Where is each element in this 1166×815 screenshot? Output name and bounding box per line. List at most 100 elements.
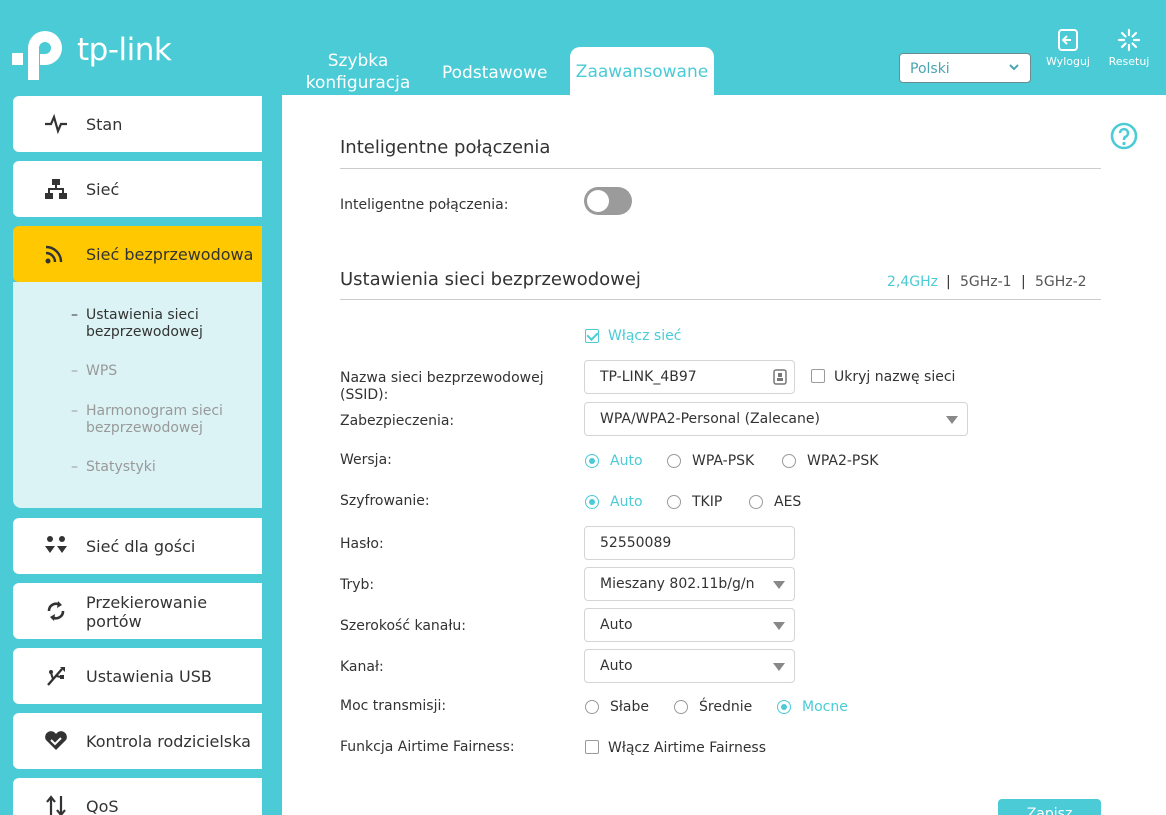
guests-icon	[45, 536, 67, 553]
logout-icon	[1058, 29, 1078, 51]
tab-quick-setup[interactable]: Szybka konfiguracja	[298, 50, 418, 94]
channel-width-value: Auto	[600, 617, 633, 633]
power-medium-radio[interactable]	[674, 700, 688, 714]
submenu-item-wps[interactable]: – WPS	[71, 363, 117, 380]
ssid-value: TP-LINK_4B97	[600, 369, 697, 385]
power-low-label: Słabe	[610, 699, 649, 715]
sidebar-item-guest-network[interactable]: Sieć dla gości	[13, 518, 262, 574]
sidebar-item-label: Przekierowanie portów	[86, 593, 208, 631]
sidebar-item-label: Sieć dla gości	[86, 537, 196, 556]
encryption-tkip-label: TKIP	[692, 494, 723, 510]
heart-icon	[45, 731, 67, 750]
logout-label: Wyloguj	[1046, 55, 1090, 68]
mode-label: Tryb:	[340, 577, 375, 593]
airtime-fairness-option-label: Włącz Airtime Fairness	[608, 740, 767, 756]
password-label: Hasło:	[340, 536, 384, 552]
qos-arrows-icon	[46, 795, 66, 815]
sidebar-item-status[interactable]: Stan	[13, 96, 262, 152]
wireless-icon	[45, 245, 63, 264]
reset-label: Resetuj	[1108, 55, 1150, 68]
keyboard-icon	[773, 369, 787, 385]
sidebar-item-wireless[interactable]: Sieć bezprzewodowa	[13, 226, 262, 282]
encryption-tkip-radio[interactable]	[667, 495, 681, 509]
reset-icon	[1117, 28, 1141, 52]
enable-network-label: Włącz sieć	[608, 328, 682, 344]
sidebar-item-label: Sieć	[86, 180, 120, 199]
power-medium-label: Średnie	[699, 699, 753, 715]
encryption-label: Szyfrowanie:	[340, 493, 430, 509]
band-5ghz-1[interactable]: 5GHz-1	[960, 274, 1012, 290]
save-button[interactable]: Zapisz	[998, 799, 1101, 815]
port-forward-icon	[47, 601, 65, 621]
mode-select[interactable]: Mieszany 802.11b/g/n	[584, 567, 795, 601]
tab-advanced[interactable]: Zaawansowane	[570, 47, 714, 97]
mode-value: Mieszany 802.11b/g/n	[600, 576, 755, 592]
encryption-auto-radio[interactable]	[585, 495, 599, 509]
version-wpa2-psk-radio[interactable]	[782, 454, 796, 468]
dropdown-arrow-icon	[946, 416, 958, 424]
power-low-radio[interactable]	[585, 700, 599, 714]
encryption-aes-radio[interactable]	[749, 495, 763, 509]
toggle-knob	[587, 190, 609, 212]
channel-width-label: Szerokość kanału:	[340, 618, 466, 634]
divider	[340, 168, 1101, 169]
dropdown-arrow-icon	[773, 622, 785, 630]
security-label: Zabezpieczenia:	[340, 413, 455, 429]
channel-label: Kanał:	[340, 659, 384, 675]
sidebar-item-label: Kontrola rodzicielska	[86, 732, 251, 751]
submenu-item-label: Harmonogram sieci bezprzewodowej	[86, 403, 223, 436]
airtime-fairness-checkbox[interactable]	[585, 740, 599, 754]
ssid-input[interactable]: TP-LINK_4B97	[584, 360, 795, 394]
security-select[interactable]: WPA/WPA2-Personal (Zalecane)	[584, 402, 968, 436]
sidebar-item-label: Ustawienia USB	[86, 667, 212, 686]
band-separator: |	[1021, 274, 1026, 290]
smart-connect-label: Inteligentne połączenia:	[340, 197, 509, 213]
tab-basic[interactable]: Podstawowe	[442, 62, 547, 84]
pulse-icon	[45, 113, 67, 135]
reset-button[interactable]: Resetuj	[1104, 28, 1154, 68]
password-input[interactable]: 52550089	[584, 526, 795, 560]
version-auto-radio[interactable]	[585, 454, 599, 468]
security-value: WPA/WPA2-Personal (Zalecane)	[600, 411, 820, 427]
logout-button[interactable]: Wyloguj	[1043, 28, 1093, 68]
version-auto-label: Auto	[610, 453, 643, 469]
submenu-item-label: WPS	[86, 363, 118, 379]
submenu-item-statistics[interactable]: – Statystyki	[71, 459, 156, 476]
submenu-item-label: Statystyki	[86, 459, 156, 475]
sidebar-item-parental-control[interactable]: Kontrola rodzicielska	[13, 713, 262, 769]
sidebar-item-network[interactable]: Sieć	[13, 161, 262, 217]
ssid-label: Nazwa sieci bezprzewodowej (SSID):	[340, 370, 544, 403]
smart-connect-toggle[interactable]	[584, 187, 632, 215]
network-topology-icon	[45, 179, 67, 199]
submenu-item-label: Ustawienia sieci bezprzewodowej	[86, 307, 203, 340]
language-value: Polski	[910, 61, 950, 77]
power-high-radio[interactable]	[777, 700, 791, 714]
hide-ssid-checkbox[interactable]	[811, 369, 825, 383]
version-label: Wersja:	[340, 452, 392, 468]
enable-network-checkbox[interactable]	[585, 329, 599, 343]
sidebar-item-port-forwarding[interactable]: Przekierowanie portów	[13, 583, 262, 639]
help-icon[interactable]	[1110, 122, 1138, 150]
version-wpa-psk-radio[interactable]	[667, 454, 681, 468]
band-5ghz-2[interactable]: 5GHz-2	[1035, 274, 1087, 290]
sidebar-item-label: Sieć bezprzewodowa	[86, 245, 254, 264]
power-high-label: Mocne	[802, 699, 848, 715]
dropdown-arrow-icon	[773, 581, 785, 589]
channel-value: Auto	[600, 658, 633, 674]
sidebar-item-label: Stan	[86, 115, 123, 134]
band-2-4ghz[interactable]: 2,4GHz	[887, 274, 938, 290]
sidebar-item-qos[interactable]: QoS	[13, 778, 262, 815]
language-select[interactable]: Polski	[899, 53, 1031, 83]
version-wpa2-psk-label: WPA2-PSK	[807, 453, 879, 469]
channel-width-select[interactable]: Auto	[584, 608, 795, 642]
hide-ssid-label: Ukryj nazwę sieci	[834, 369, 956, 385]
sidebar-item-label: QoS	[86, 797, 119, 815]
chevron-down-icon	[1009, 64, 1019, 71]
band-separator: |	[946, 274, 951, 290]
encryption-aes-label: AES	[774, 494, 802, 510]
submenu-item-wireless-schedule[interactable]: – Harmonogram sieci bezprzewodowej	[71, 403, 262, 437]
submenu-item-wireless-settings[interactable]: – Ustawienia sieci bezprzewodowej	[71, 307, 262, 341]
sidebar-item-usb-settings[interactable]: Ustawienia USB	[13, 648, 262, 704]
channel-select[interactable]: Auto	[584, 649, 795, 683]
password-value: 52550089	[600, 535, 672, 551]
